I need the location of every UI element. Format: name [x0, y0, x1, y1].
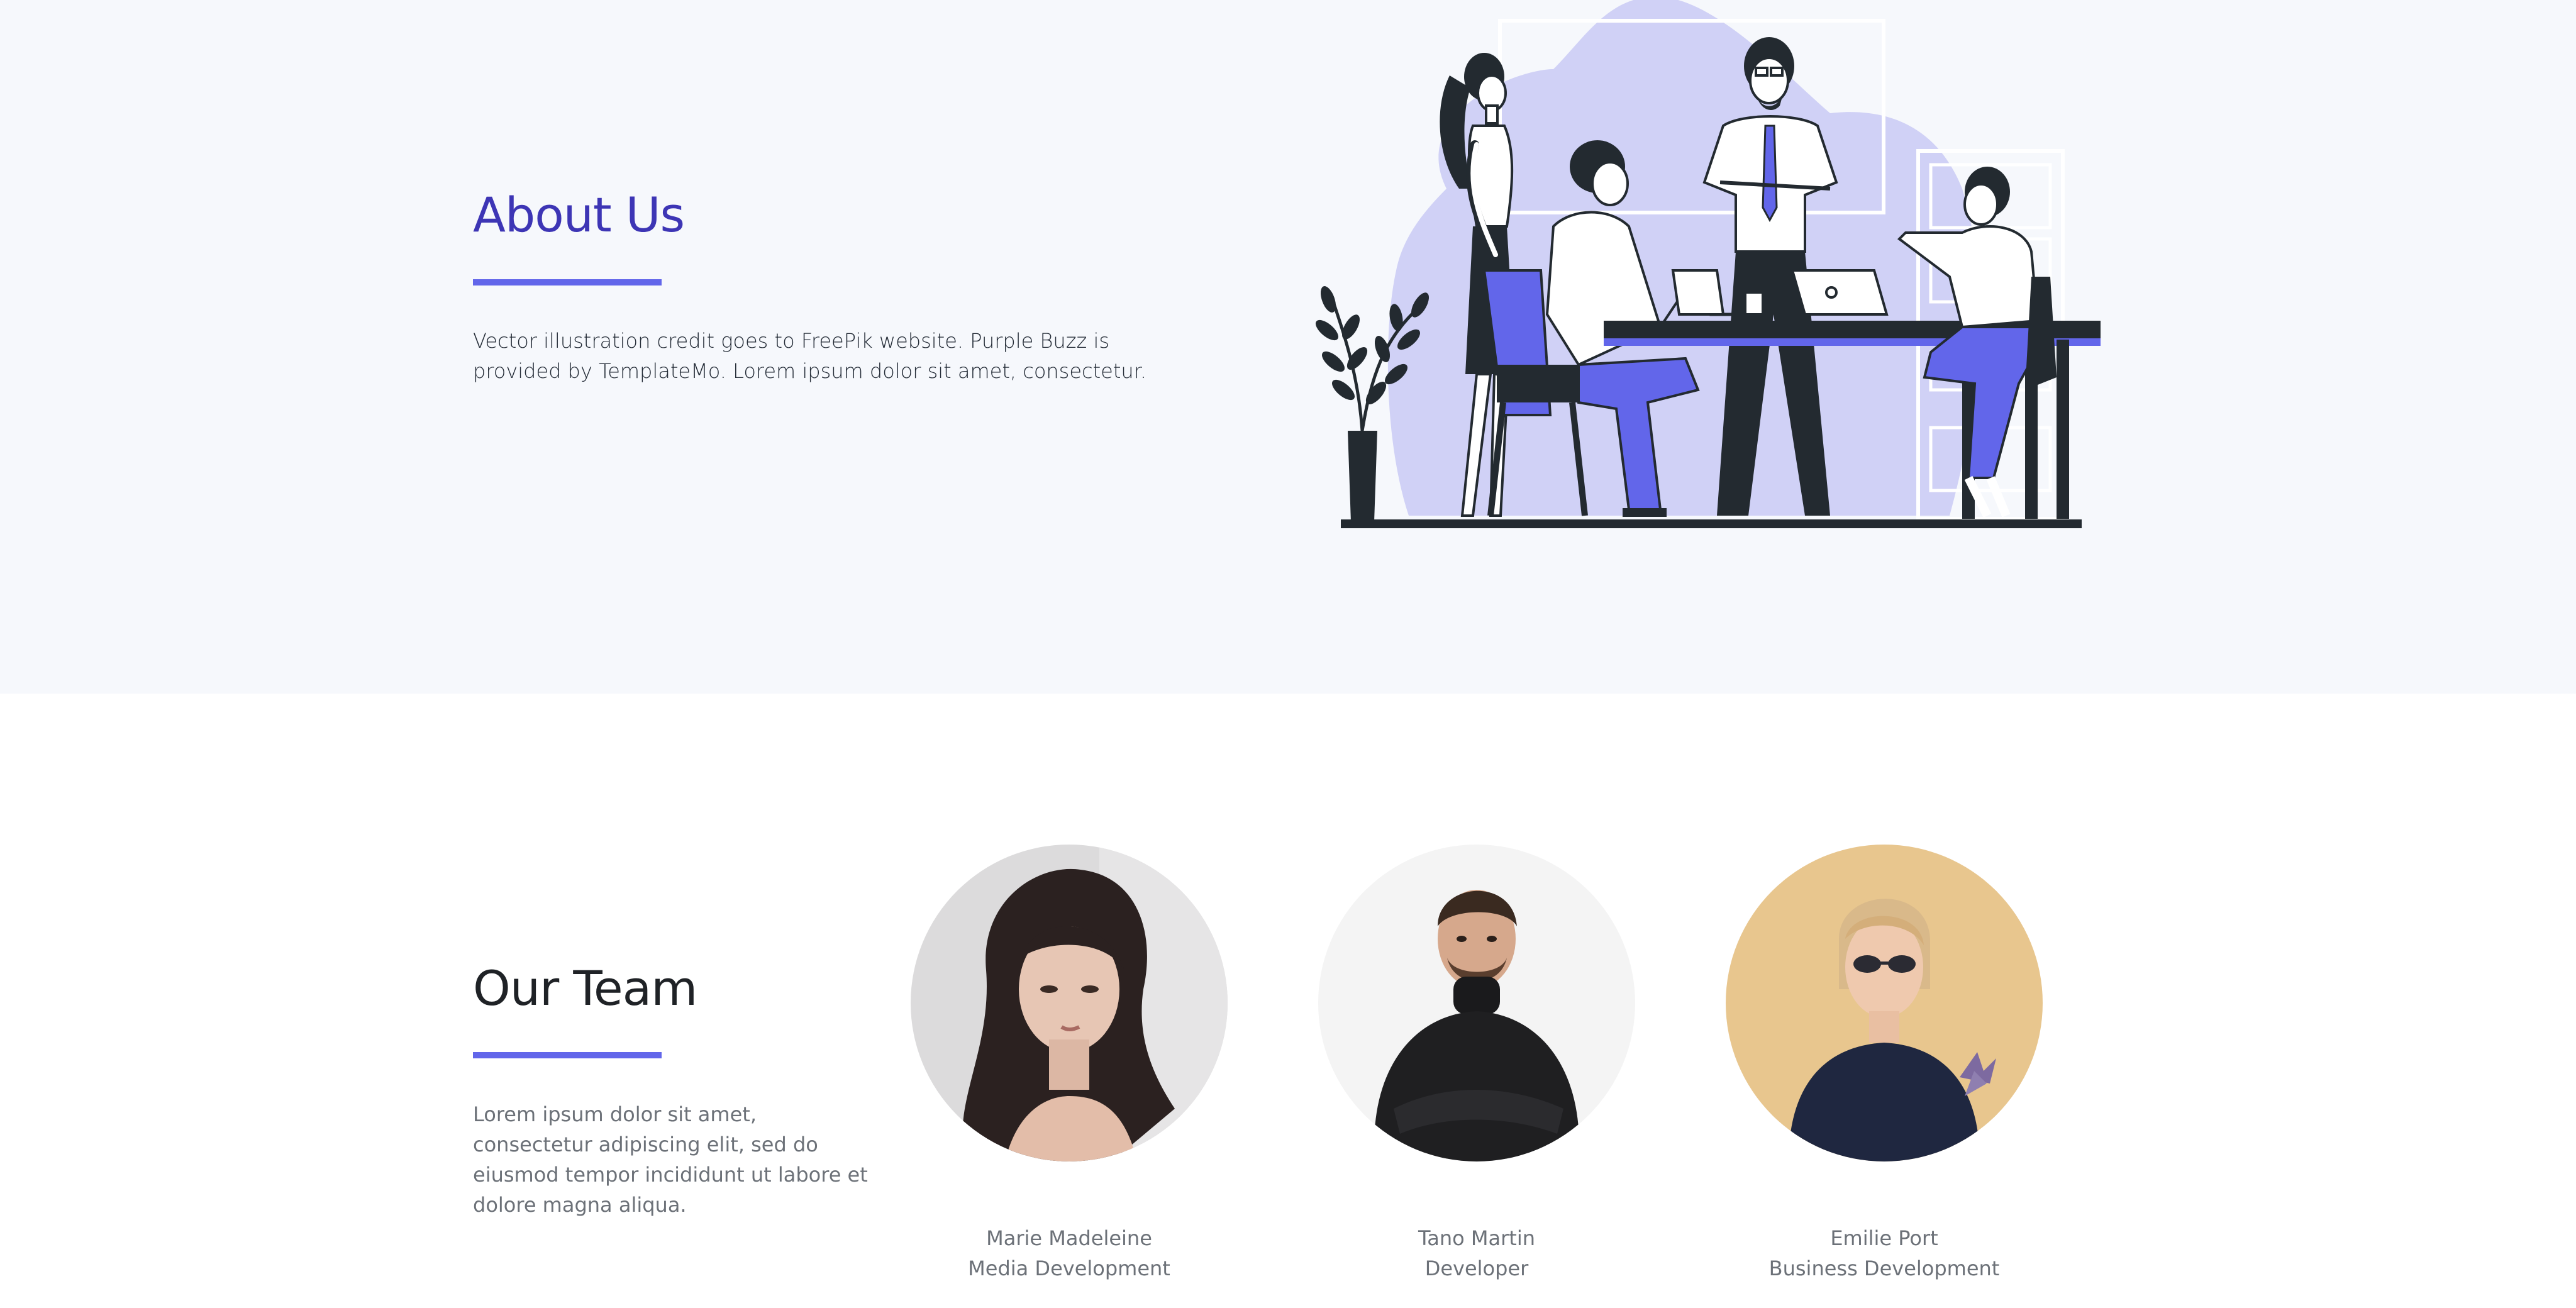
member-photo	[1726, 845, 2043, 1161]
member-role: Business Development	[1768, 1256, 2000, 1280]
member-name: Emilie Port	[1830, 1226, 1938, 1250]
team-description: Lorem ipsum dolor sit amet, consectetur …	[473, 1102, 868, 1217]
member-photo	[911, 845, 1228, 1161]
team-member-card: Marie Madeleine Media Development	[911, 845, 1228, 1283]
team-section	[0, 694, 2576, 1308]
team-meeting-illustration	[1308, 0, 2101, 541]
member-name: Tano Martin	[1418, 1226, 1535, 1250]
about-title-underline	[473, 279, 662, 285]
member-photo	[1318, 845, 1635, 1161]
team-title: Our Team	[473, 960, 697, 1016]
team-member-card: Tano Martin Developer	[1318, 845, 1635, 1283]
member-role: Developer	[1424, 1256, 1529, 1280]
member-role: Media Development	[968, 1256, 1170, 1280]
team-title-underline	[473, 1052, 662, 1058]
about-description: Vector illustration credit goes to FreeP…	[473, 329, 1147, 383]
about-section: About Us Vector illustration credit goes…	[0, 0, 2576, 694]
about-title: About Us	[473, 187, 685, 243]
team-member-card: Emilie Port Business Development	[1726, 845, 2043, 1283]
member-name: Marie Madeleine	[986, 1226, 1152, 1250]
